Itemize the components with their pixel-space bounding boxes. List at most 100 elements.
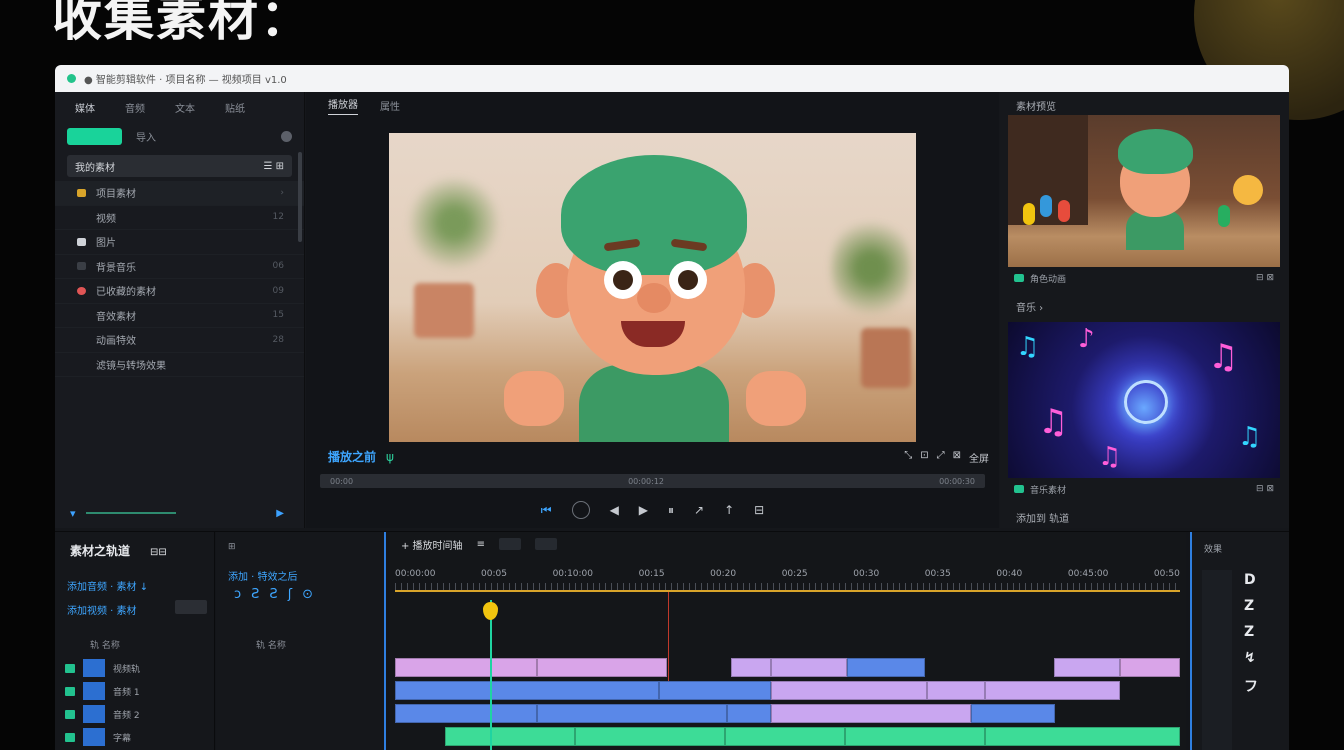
- timeline-clip[interactable]: [845, 727, 985, 746]
- timeline-clip[interactable]: [395, 704, 537, 723]
- expand-icon[interactable]: ⤢: [937, 450, 945, 465]
- time-ruler[interactable]: 00:00:00 00:05 00:10:00 00:15 00:20 00:2…: [395, 569, 1180, 583]
- share-icon[interactable]: ↗: [694, 503, 704, 517]
- effect-icon[interactable]: ʃ: [288, 587, 292, 602]
- effects-column: ⊞ 添加 · 特效之后 ↄ Ƨ Ƨ ʃ ⊙ 轨 名称: [216, 532, 386, 750]
- gear-icon[interactable]: [281, 131, 292, 142]
- play-button[interactable]: ▶: [639, 503, 648, 517]
- timeline-clip[interactable]: [847, 658, 925, 677]
- timeline-tab[interactable]: + 播放时间轴: [401, 537, 463, 552]
- timeline-clip[interactable]: [731, 658, 771, 677]
- timeline-clip[interactable]: [927, 681, 985, 700]
- timeline-clip[interactable]: [971, 704, 1055, 723]
- timeline-clip[interactable]: [537, 704, 727, 723]
- tab-player[interactable]: 播放器: [328, 96, 358, 115]
- pause-button[interactable]: ⏸: [668, 503, 674, 518]
- tree-item-animations[interactable]: 动画特效 28: [55, 328, 304, 353]
- add-video-button[interactable]: 添加视频 · 素材: [67, 602, 137, 617]
- timeline-clip[interactable]: [985, 681, 1120, 700]
- track-header[interactable]: 视频轨: [65, 658, 210, 678]
- tab-text[interactable]: 文本: [175, 100, 195, 115]
- track-lock-icon[interactable]: [83, 728, 105, 746]
- effect-tool-icon[interactable]: Z: [1244, 598, 1258, 614]
- fullscreen-button[interactable]: 全屏: [969, 450, 989, 465]
- step-back-icon[interactable]: ◀: [610, 503, 619, 517]
- crop-icon[interactable]: ⤡: [904, 450, 912, 465]
- thumbnail-actions[interactable]: ⊟ ⊠: [1256, 273, 1274, 283]
- timeline-clip[interactable]: [445, 727, 575, 746]
- tree-item-project[interactable]: 项目素材 ›: [55, 181, 304, 206]
- timeline-tabbar: + 播放时间轴 ≡: [389, 532, 1186, 556]
- timeline-clip[interactable]: [659, 681, 771, 700]
- volume-icon[interactable]: ▾: [70, 507, 76, 520]
- timeline-clip[interactable]: [725, 727, 845, 746]
- tree-item-music[interactable]: 背景音乐 06: [55, 255, 304, 279]
- tree-item-images[interactable]: 图片: [55, 230, 304, 255]
- timeline-clip[interactable]: [1054, 658, 1120, 677]
- effect-icon[interactable]: Ƨ: [251, 587, 259, 602]
- tab-stickers[interactable]: 贴纸: [225, 100, 245, 115]
- snapshot-icon[interactable]: ⊠: [953, 450, 961, 465]
- tab-media[interactable]: 媒体: [75, 100, 95, 115]
- effect-tool-icon[interactable]: フ: [1244, 676, 1258, 696]
- timeline-clip[interactable]: [985, 727, 1180, 746]
- library-header[interactable]: 我的素材 ☰ ⊞: [67, 155, 292, 177]
- track-lock-icon[interactable]: [83, 659, 105, 677]
- work-area-bar[interactable]: [395, 590, 1180, 592]
- timeline-clip[interactable]: [537, 658, 667, 677]
- effect-icon[interactable]: Ƨ: [269, 587, 277, 602]
- thumbnail-actions[interactable]: ⊟ ⊠: [1256, 484, 1274, 494]
- track-header[interactable]: 字幕: [65, 727, 210, 747]
- tree-item-sfx[interactable]: 音效素材 15: [55, 304, 304, 328]
- playhead[interactable]: [490, 600, 492, 750]
- effect-tool-icon[interactable]: D: [1244, 572, 1258, 588]
- toolbar-button[interactable]: [534, 538, 557, 550]
- scrub-bar[interactable]: 00:00 00:00:12 00:00:30: [320, 474, 985, 488]
- track-lock-icon[interactable]: [83, 705, 105, 723]
- toggle-button[interactable]: [175, 600, 207, 614]
- video-frame[interactable]: [389, 133, 916, 442]
- timeline-clip[interactable]: [395, 658, 537, 677]
- character-thumbnail[interactable]: [1008, 115, 1280, 267]
- tree-item-favorites[interactable]: 已收藏的素材 09: [55, 279, 304, 304]
- tab-audio[interactable]: 音频: [125, 100, 145, 115]
- timeline-clip[interactable]: [771, 658, 847, 677]
- tree-item-filters[interactable]: 滤镜与转场效果: [55, 353, 304, 377]
- track-header[interactable]: 音频 1: [65, 681, 210, 701]
- sfx-icon: [77, 311, 86, 319]
- add-audio-button[interactable]: 添加音频 · 素材 ↓: [67, 578, 148, 593]
- timeline-clip[interactable]: [395, 681, 659, 700]
- effect-tool-icon[interactable]: Z: [1244, 624, 1258, 640]
- effect-tool-icon[interactable]: ↯: [1244, 650, 1258, 666]
- playhead-handle[interactable]: [483, 602, 498, 620]
- tab-properties[interactable]: 属性: [380, 98, 400, 113]
- ratio-icon[interactable]: ⊡: [920, 450, 928, 465]
- timeline-clip[interactable]: [1120, 658, 1180, 677]
- timeline-clip[interactable]: [575, 727, 725, 746]
- timeline-clip[interactable]: [771, 704, 971, 723]
- timeline-area[interactable]: + 播放时间轴 ≡ 00:00:00 00:05 00:10:00 00:15 …: [389, 532, 1186, 750]
- add-to-track-button[interactable]: 添加到 轨道: [1016, 510, 1069, 525]
- volume-slider[interactable]: [85, 512, 176, 514]
- export-icon[interactable]: ⊟: [754, 503, 764, 517]
- play-icon[interactable]: ▶: [276, 508, 284, 519]
- tree-item-video[interactable]: 视频 12: [55, 206, 304, 230]
- effect-icon[interactable]: ⊙: [302, 587, 313, 602]
- upload-icon[interactable]: ↑: [724, 503, 734, 517]
- preview-panel: 播放器 属性 播放之前 ψ ⤡ ⊡ ⤢ ⊠ 全屏 00:00 00:00:12 …: [306, 92, 999, 528]
- effect-icon[interactable]: ↄ: [234, 587, 241, 602]
- track-lock-icon[interactable]: [83, 682, 105, 700]
- timeline-clip[interactable]: [771, 681, 927, 700]
- view-toggle-icon[interactable]: ☰ ⊞: [263, 161, 284, 172]
- timeline-panel: 素材之轨道 ⊟⊟ 添加音频 · 素材 ↓ 添加视频 · 素材 轨 名称 视频轨 音…: [55, 531, 1289, 750]
- effects-scroll-track[interactable]: [1202, 570, 1232, 750]
- import-button[interactable]: [67, 128, 122, 145]
- music-thumbnail[interactable]: ♫ ♪ ♫ ♫ ♫ ♫: [1008, 322, 1280, 478]
- record-button[interactable]: [571, 501, 590, 519]
- menu-icon[interactable]: ≡: [477, 539, 485, 550]
- toolbar-button[interactable]: [498, 538, 521, 550]
- track-header[interactable]: 音频 2: [65, 704, 210, 724]
- timeline-clip[interactable]: [727, 704, 771, 723]
- skip-back-icon[interactable]: ⏮: [541, 503, 552, 518]
- scrollbar[interactable]: [298, 152, 302, 242]
